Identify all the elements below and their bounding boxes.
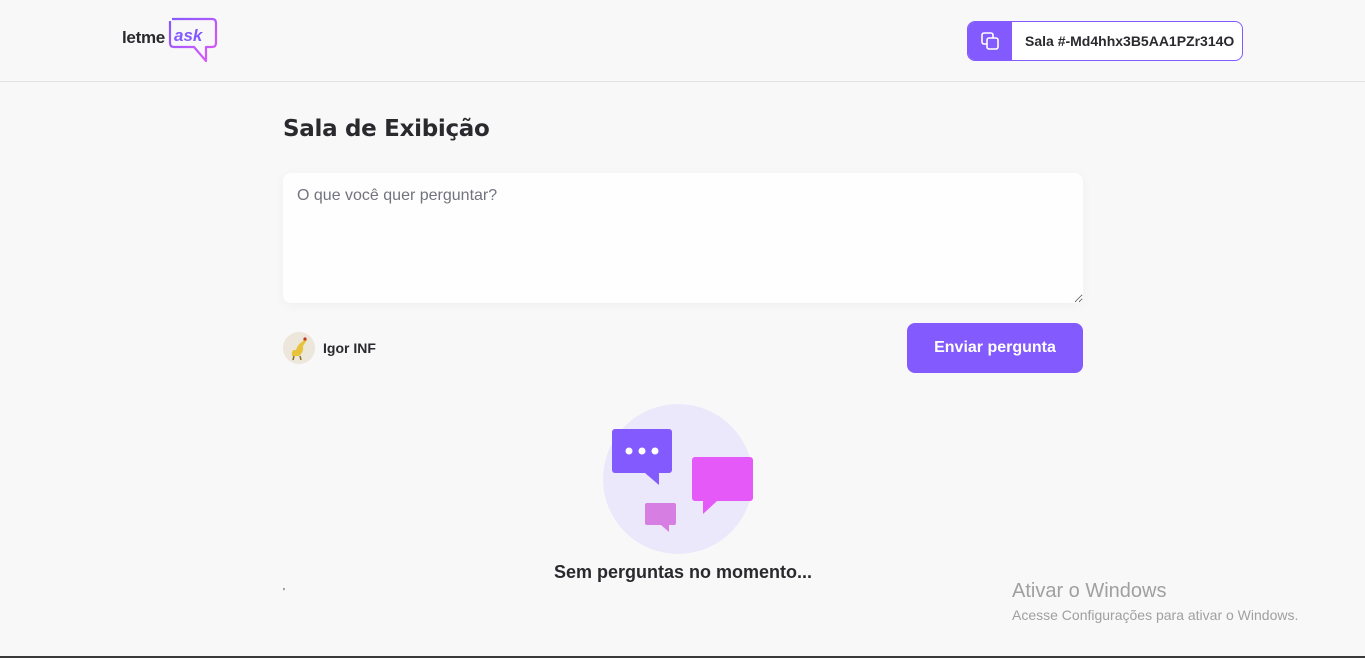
empty-questions-illustration-icon [603,404,753,554]
question-input[interactable] [283,173,1083,303]
empty-state-text: Sem perguntas no momento... [553,562,813,582]
empty-questions-state: Sem perguntas no momento... [283,404,1083,583]
letmeask-logo[interactable]: letme ask [122,16,222,66]
room-code-button[interactable]: Sala #-Md4hhx3B5AA1PZr314O [967,21,1243,61]
copy-button[interactable] [968,22,1012,60]
logo-text: letme [122,28,165,47]
room-code-text: Sala #-Md4hhx3B5AA1PZr314O [1025,33,1235,49]
send-question-button[interactable]: Enviar pergunta [907,323,1083,373]
copy-icon [981,32,999,50]
user-avatar-image-icon [283,332,315,364]
user-info: Igor INF [283,332,376,364]
avatar [283,332,315,364]
stray-mark: ' [283,587,285,598]
page-title: Sala de Exibição [283,116,490,142]
activation-subtitle: Acesse Configurações para ativar o Windo… [1012,607,1299,623]
logo-accent-text: ask [174,26,203,45]
page-header: letme ask Sala #-Md4hhx3B5AA1PZr314O [0,0,1365,82]
activation-title: Ativar o Windows [1012,580,1167,602]
user-name: Igor INF [323,340,376,356]
windows-activation-watermark: Ativar o Windows Acesse Configurações pa… [1012,580,1298,623]
